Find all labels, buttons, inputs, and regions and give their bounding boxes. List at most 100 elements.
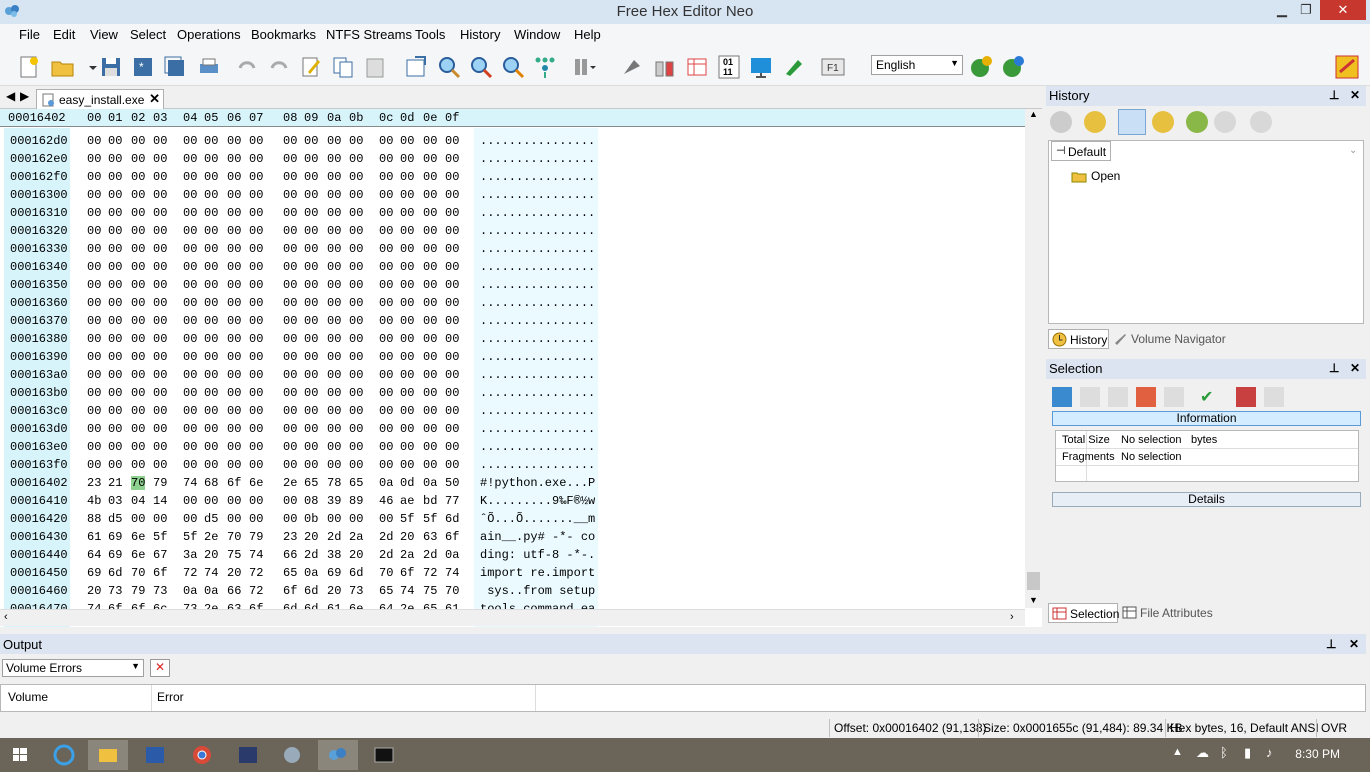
- hex-byte[interactable]: 00: [423, 278, 437, 292]
- hex-byte[interactable]: 70: [227, 530, 241, 544]
- hex-byte[interactable]: 00: [87, 332, 101, 346]
- scroll-thumb[interactable]: [1027, 572, 1040, 590]
- hex-byte[interactable]: 2d: [304, 548, 318, 562]
- import-selection-icon[interactable]: [1264, 387, 1284, 407]
- vertical-scrollbar[interactable]: ▲ ▼: [1025, 109, 1042, 608]
- hex-byte[interactable]: 6f: [153, 566, 167, 580]
- ascii-text[interactable]: ................: [480, 134, 595, 148]
- hex-byte[interactable]: 00: [153, 512, 167, 526]
- ascii-text[interactable]: ................: [480, 260, 595, 274]
- hex-byte[interactable]: 00: [87, 152, 101, 166]
- hex-byte[interactable]: 74: [204, 566, 218, 580]
- hex-byte[interactable]: 00: [283, 386, 297, 400]
- hex-byte[interactable]: 00: [183, 206, 197, 220]
- hex-byte[interactable]: 00: [349, 170, 363, 184]
- hex-byte[interactable]: 00: [327, 386, 341, 400]
- hex-byte[interactable]: 23: [283, 530, 297, 544]
- hex-byte[interactable]: 00: [327, 188, 341, 202]
- output-type-select[interactable]: Volume Errors ▼: [2, 659, 144, 677]
- export-selection-icon[interactable]: [1236, 387, 1256, 407]
- hex-byte[interactable]: 00: [327, 512, 341, 526]
- ascii-text[interactable]: ................: [480, 440, 595, 454]
- hex-byte[interactable]: 00: [423, 314, 437, 328]
- hex-byte[interactable]: 00: [204, 494, 218, 508]
- hex-byte[interactable]: 00: [204, 350, 218, 364]
- hex-byte[interactable]: 00: [283, 350, 297, 364]
- hex-byte[interactable]: 39: [327, 494, 341, 508]
- find-previous-icon[interactable]: [500, 54, 526, 80]
- output-column-error[interactable]: Error: [157, 690, 184, 704]
- hex-byte[interactable]: 00: [304, 440, 318, 454]
- hex-byte[interactable]: 00: [423, 224, 437, 238]
- pin-icon[interactable]: ⊥: [1329, 88, 1339, 102]
- hex-byte[interactable]: 00: [204, 260, 218, 274]
- hex-byte[interactable]: 00: [183, 278, 197, 292]
- hex-byte[interactable]: 00: [327, 260, 341, 274]
- hex-byte[interactable]: 00: [204, 386, 218, 400]
- hex-byte[interactable]: 6e: [131, 548, 145, 562]
- hex-byte[interactable]: 00: [108, 206, 122, 220]
- hex-byte[interactable]: 00: [379, 314, 393, 328]
- close-tab-icon[interactable]: ✕: [149, 91, 160, 107]
- hex-editor-taskbar-icon[interactable]: [318, 740, 358, 770]
- history-clock-icon[interactable]: [1084, 111, 1106, 133]
- hex-byte[interactable]: 00: [227, 206, 241, 220]
- hex-byte[interactable]: 00: [304, 350, 318, 364]
- hex-byte[interactable]: 00: [379, 206, 393, 220]
- hex-byte[interactable]: 00: [304, 332, 318, 346]
- hex-byte[interactable]: 00: [327, 350, 341, 364]
- hex-byte[interactable]: 00: [183, 350, 197, 364]
- hex-byte[interactable]: 00: [379, 170, 393, 184]
- hex-byte[interactable]: 00: [379, 368, 393, 382]
- hex-byte[interactable]: 00: [249, 350, 263, 364]
- hex-byte[interactable]: 00: [108, 242, 122, 256]
- file-explorer-icon[interactable]: [88, 740, 128, 770]
- hex-byte[interactable]: 00: [227, 422, 241, 436]
- hex-byte[interactable]: 75: [227, 548, 241, 562]
- hex-byte[interactable]: 00: [349, 152, 363, 166]
- hex-byte[interactable]: 00: [349, 206, 363, 220]
- internet-explorer-icon[interactable]: [44, 740, 84, 770]
- hex-byte[interactable]: 70: [445, 584, 459, 598]
- hex-byte[interactable]: 00: [249, 458, 263, 472]
- history-merge-icon[interactable]: [1152, 111, 1174, 133]
- hex-byte[interactable]: 50: [445, 476, 459, 490]
- hex-byte[interactable]: 00: [283, 206, 297, 220]
- hex-byte[interactable]: 00: [327, 458, 341, 472]
- hex-byte[interactable]: 00: [445, 188, 459, 202]
- hex-byte[interactable]: 00: [423, 260, 437, 274]
- hex-byte[interactable]: 00: [204, 296, 218, 310]
- hex-byte[interactable]: 00: [327, 422, 341, 436]
- hex-byte[interactable]: 00: [108, 296, 122, 310]
- ascii-text[interactable]: import re.import: [480, 566, 595, 580]
- hex-byte[interactable]: 00: [379, 350, 393, 364]
- hex-byte[interactable]: 88: [87, 512, 101, 526]
- hex-byte[interactable]: 00: [445, 296, 459, 310]
- hex-byte[interactable]: 00: [87, 278, 101, 292]
- hex-byte[interactable]: 00: [153, 206, 167, 220]
- tab-easy-install[interactable]: easy_install.exe ✕: [36, 89, 164, 109]
- menu-edit[interactable]: Edit: [53, 27, 75, 42]
- hex-byte[interactable]: 00: [227, 440, 241, 454]
- hex-byte[interactable]: 00: [445, 278, 459, 292]
- hex-byte[interactable]: 00: [87, 458, 101, 472]
- copy-icon[interactable]: [330, 54, 356, 80]
- hex-byte[interactable]: 00: [304, 242, 318, 256]
- hex-byte[interactable]: 00: [445, 368, 459, 382]
- hex-byte[interactable]: 00: [304, 170, 318, 184]
- hex-byte[interactable]: 00: [283, 188, 297, 202]
- hex-byte[interactable]: 00: [423, 422, 437, 436]
- hex-byte[interactable]: 00: [131, 314, 145, 328]
- hex-byte[interactable]: 79: [249, 530, 263, 544]
- hex-byte[interactable]: 00: [108, 314, 122, 328]
- bookmark-icon[interactable]: [652, 54, 678, 80]
- hex-byte[interactable]: 65: [283, 566, 297, 580]
- hex-byte[interactable]: 00: [249, 188, 263, 202]
- hex-byte[interactable]: 00: [131, 296, 145, 310]
- hex-byte[interactable]: 00: [204, 404, 218, 418]
- hex-byte[interactable]: 00: [183, 260, 197, 274]
- hex-byte[interactable]: 00: [400, 422, 414, 436]
- hex-byte[interactable]: 00: [87, 314, 101, 328]
- hex-byte[interactable]: 00: [283, 440, 297, 454]
- ascii-text[interactable]: ................: [480, 278, 595, 292]
